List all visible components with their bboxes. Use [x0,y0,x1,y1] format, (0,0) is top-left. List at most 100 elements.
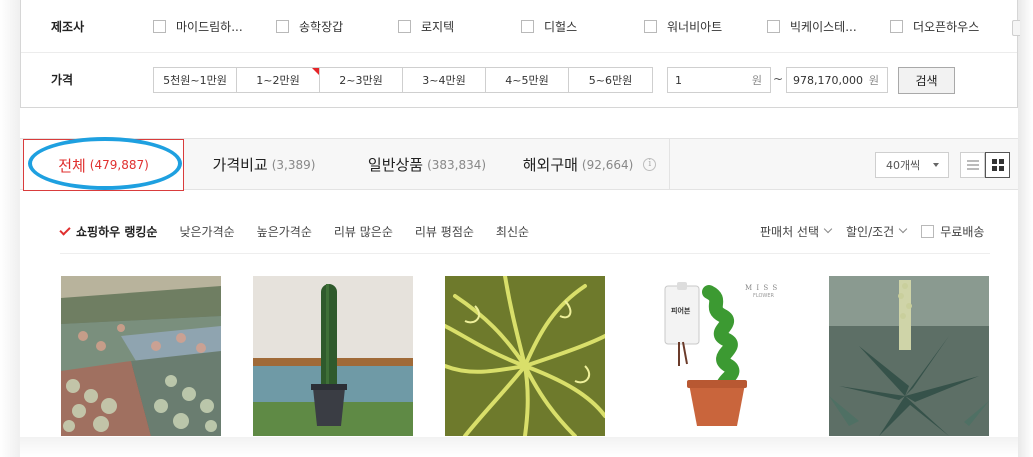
price-search-button[interactable]: 검색 [898,67,955,94]
spiral-plant-image [637,276,797,436]
tab-price-compare[interactable]: 가격비교 (3,389) [184,139,344,190]
agave-greenhouse-image [829,276,989,436]
sort-filters-right: 판매처 선택 할인/조건 무료배송 [760,220,984,242]
seller-select-dropdown[interactable]: 판매처 선택 [760,223,833,240]
maker-name: 마이드림하... [176,20,243,34]
maker-name: 로지텍 [421,20,455,34]
tab-label: 해외구매 [522,156,578,174]
tab-count: (383,834) [427,157,487,172]
list-view-icon-line [967,160,979,162]
dropdown-label: 할인/조건 [846,224,895,239]
maker-more-button[interactable] [1012,20,1020,36]
sort-ranking[interactable]: 쇼핑하우 랭킹순 [59,223,158,240]
maker-option[interactable]: 빅케이스테... [767,18,890,35]
grid-view-icon-cell [999,159,1004,164]
checkbox[interactable] [767,20,780,33]
page-shadow-right [1018,0,1033,457]
checkbox[interactable] [890,20,903,33]
tab-count: (479,887) [89,158,149,172]
tab-label: 전체 [58,156,86,175]
check-icon [59,223,71,236]
maker-option[interactable]: 워너비아트 [644,18,767,35]
price-filter-row: 가격 5천원~1만원 1~2만원 2~3만원 3~4만원 4~5만원 5~6만원… [21,53,1017,106]
tab-overseas[interactable]: 해외구매 (92,664) i [510,139,670,190]
search-results-panel: 제조사 마이드림하... 송학장갑 로지텍 디헐스 워너비아트 빅케이스테...… [20,0,1020,457]
tab-general-products[interactable]: 일반상품 (383,834) [344,139,510,190]
maker-option[interactable]: 송학장갑 [276,18,398,35]
product-thumbnail[interactable] [829,276,989,436]
tab-count: (3,389) [271,157,316,172]
checkbox[interactable] [644,20,657,33]
maker-filter-row: 제조사 마이드림하... 송학장갑 로지텍 디헐스 워너비아트 빅케이스테...… [21,0,1020,53]
list-view-button[interactable] [960,152,985,178]
price-range-button[interactable]: 3~4만원 [403,68,486,92]
sort-newest[interactable]: 최신순 [496,223,529,240]
price-filter-label: 가격 [51,73,74,87]
list-view-icon-line [967,168,979,170]
price-range-label: 1~2만원 [256,74,300,87]
result-tabs-bar: 전체 (479,887) 가격비교 (3,389) 일반상품 (383,834) 해외… [20,138,1018,191]
tab-count: (92,664) [581,157,634,172]
dropdown-label: 판매처 선택 [760,224,820,239]
sort-review-rating[interactable]: 리뷰 평점순 [415,223,474,240]
price-unit: 원 [868,74,879,87]
range-separator: ~ [773,72,784,86]
chevron-down-icon [898,224,908,234]
sort-review-count[interactable]: 리뷰 많은순 [334,223,393,240]
price-min-input[interactable]: 1 원 [667,67,771,93]
sort-label: 쇼핑하우 랭킹순 [76,224,158,239]
checkbox[interactable] [921,224,935,238]
chevron-down-icon [823,224,833,234]
price-range-button[interactable]: 5~6만원 [569,68,652,92]
price-range-button[interactable]: 5천원~1만원 [154,68,237,92]
tab-label: 가격비교 [212,156,268,174]
page-shadow-bottom [20,437,1018,457]
free-shipping-checkbox[interactable]: 무료배송 [921,223,984,240]
sort-bar: 쇼핑하우 랭킹순 낮은가격순 높은가격순 리뷰 많은순 리뷰 평점순 최신순 판… [59,220,1000,242]
checkbox[interactable] [521,20,534,33]
grid-view-icon-cell [992,166,997,171]
grid-view-button[interactable] [985,152,1010,178]
maker-name: 디헐스 [544,20,578,34]
price-range-button[interactable]: 4~5만원 [486,68,569,92]
maker-filter-label: 제조사 [51,19,85,34]
maker-list: 마이드림하... 송학장갑 로지텍 디헐스 워너비아트 빅케이스테... 더오픈… [153,0,1013,53]
product-thumbnail[interactable] [445,276,605,436]
tag-brand: M I S S [745,284,779,292]
filter-box: 제조사 마이드림하... 송학장갑 로지텍 디헐스 워너비아트 빅케이스테...… [20,0,1020,108]
maker-option[interactable]: 마이드림하... [153,18,276,35]
product-thumbnail[interactable] [61,276,221,436]
divider [60,253,990,254]
checkbox[interactable] [398,20,411,33]
sort-high-price[interactable]: 높은가격순 [257,223,312,240]
discount-condition-dropdown[interactable]: 할인/조건 [846,223,908,240]
maker-name: 워너비아트 [667,20,723,34]
free-shipping-label: 무료배송 [940,224,985,239]
price-range-button[interactable]: 1~2만원 [237,68,320,92]
checkbox[interactable] [276,20,289,33]
selected-corner-marker [312,68,319,75]
tab-all[interactable]: 전체 (479,887) [23,139,184,191]
price-unit: 원 [751,74,762,87]
tab-label: 일반상품 [367,156,424,174]
checkbox[interactable] [153,20,166,33]
tag-brand-sub: FLOWER [753,293,774,299]
price-range-button[interactable]: 2~3만원 [320,68,403,92]
sort-low-price[interactable]: 낮은가격순 [179,223,234,240]
maker-option[interactable]: 더오픈하우스 [890,18,1013,35]
maker-name: 더오픈하우스 [913,20,980,34]
succulent-field-image [61,276,221,436]
per-page-select[interactable]: 40개씩 [875,152,949,178]
page-shadow-left [0,0,20,457]
price-min-value: 1 [675,73,682,87]
grid-view-icon-cell [992,159,997,164]
maker-option[interactable]: 디헐스 [521,18,644,35]
maker-option[interactable]: 로지텍 [398,18,521,35]
per-page-value: 40개씩 [886,159,921,172]
product-thumbnail[interactable]: M I S S FLOWER 피어븐 [637,276,797,436]
price-max-input[interactable]: 978,170,000 원 [786,67,888,93]
info-icon[interactable]: i [643,158,657,171]
product-thumbnail[interactable] [253,276,413,436]
yellow-plant-image [445,276,605,436]
price-max-value: 978,170,000 [793,73,863,87]
